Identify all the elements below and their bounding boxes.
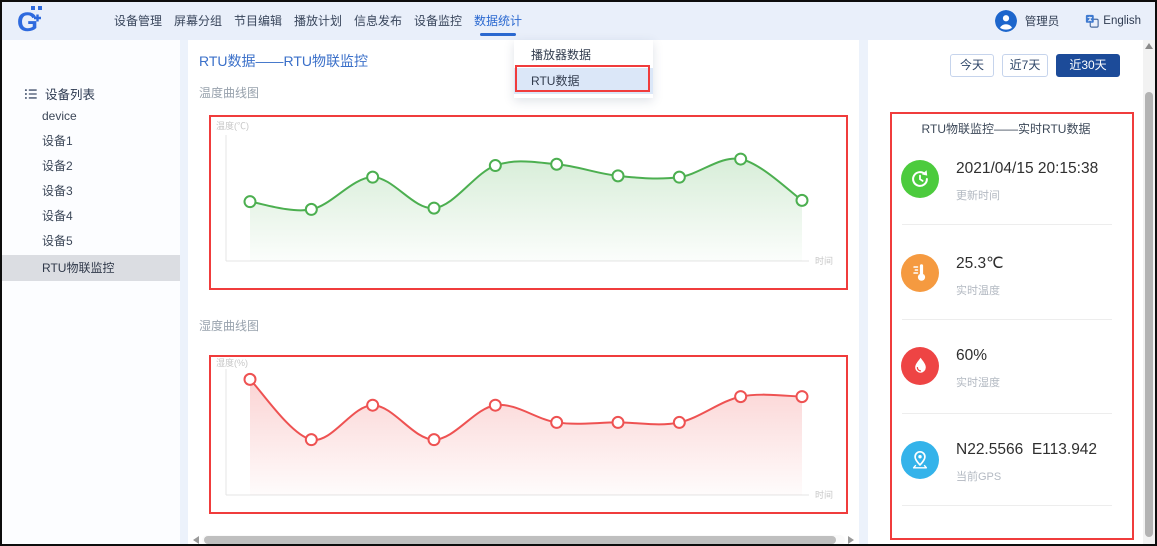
- nav-menu: 设备管理 屏幕分组 节目编辑 播放计划 信息发布 设备监控 数据统计: [114, 2, 522, 40]
- temperature-chart: 温度(℃) 时间: [209, 115, 848, 290]
- temperature-label: 实时温度: [956, 282, 1004, 298]
- logo-icon: G: [16, 5, 50, 37]
- data-point-marker[interactable]: [735, 154, 746, 165]
- panel-item-temperature: 25.3℃ 实时温度: [901, 254, 1121, 324]
- scroll-left-arrow-icon[interactable]: [193, 536, 199, 544]
- temperature-value: 25.3℃: [956, 254, 1004, 273]
- divider: [902, 319, 1112, 320]
- data-point-marker[interactable]: [490, 160, 501, 171]
- data-point-marker[interactable]: [674, 417, 685, 428]
- rtu-realtime-panel: 今天 近7天 近30天 RTU物联监控——实时RTU数据 2021/04/15 …: [868, 40, 1145, 544]
- logo[interactable]: G: [16, 5, 50, 37]
- temperature-chart-title: 温度曲线图: [199, 84, 259, 101]
- sidebar-item-device5[interactable]: 设备5: [2, 229, 180, 254]
- data-point-marker[interactable]: [245, 196, 256, 207]
- top-navigation-bar: G 设备管理 屏幕分组 节目编辑 播放计划 信息发布 设备监控 数据统计 管理员: [2, 2, 1155, 40]
- dropdown-item-player-data[interactable]: 播放器数据: [514, 42, 653, 68]
- page-title: RTU数据——RTU物联监控: [199, 51, 368, 71]
- data-point-marker[interactable]: [429, 434, 440, 445]
- humidity-chart: 湿度(%) 时间: [209, 355, 848, 514]
- data-point-marker[interactable]: [735, 391, 746, 402]
- user-avatar-icon[interactable]: [995, 10, 1017, 32]
- horizontal-scrollbar-track[interactable]: [202, 535, 845, 545]
- nav-item-play-schedule[interactable]: 播放计划: [294, 2, 342, 40]
- x-axis-label: 时间: [815, 489, 833, 500]
- range-button-today[interactable]: 今天: [950, 54, 994, 77]
- data-statistics-dropdown: 播放器数据 RTU数据: [514, 40, 653, 98]
- y-axis-label: 温度(℃): [216, 120, 249, 131]
- vertical-scrollbar-thumb[interactable]: [1145, 92, 1153, 537]
- sidebar-item-device2[interactable]: 设备2: [2, 154, 180, 179]
- thermometer-icon: [908, 261, 932, 285]
- nav-item-device-monitoring[interactable]: 设备监控: [414, 2, 462, 40]
- language-label: English: [1103, 15, 1141, 27]
- language-icon: [1085, 14, 1099, 28]
- nav-item-data-statistics[interactable]: 数据统计: [474, 2, 522, 40]
- data-point-marker[interactable]: [490, 400, 501, 411]
- range-button-7days[interactable]: 近7天: [1002, 54, 1048, 77]
- update-time-value: 2021/04/15 20:15:38: [956, 160, 1098, 178]
- sidebar-item-device4[interactable]: 设备4: [2, 204, 180, 229]
- data-point-marker[interactable]: [367, 400, 378, 411]
- data-point-marker[interactable]: [797, 391, 808, 402]
- main-content: RTU数据——RTU物联监控 温度曲线图 温度(℃) 时间 湿度曲线图: [188, 40, 859, 544]
- scroll-right-arrow-icon[interactable]: [848, 536, 854, 544]
- panel-item-gps: N22.5566 E113.942 当前GPS: [901, 441, 1121, 511]
- sidebar-item-device3[interactable]: 设备3: [2, 179, 180, 204]
- humidity-value: 60%: [956, 347, 1000, 365]
- divider: [902, 505, 1112, 506]
- data-point-marker[interactable]: [245, 374, 256, 385]
- divider: [902, 413, 1112, 414]
- x-axis-label: 时间: [815, 255, 833, 266]
- panel-item-humidity: 60% 实时湿度: [901, 347, 1121, 417]
- sidebar-item-device[interactable]: device: [2, 104, 180, 129]
- horizontal-scrollbar-thumb[interactable]: [204, 536, 836, 544]
- data-point-marker[interactable]: [306, 204, 317, 215]
- panel-title: RTU物联监控——实时RTU数据: [886, 120, 1126, 137]
- app-window: G 设备管理 屏幕分组 节目编辑 播放计划 信息发布 设备监控 数据统计 管理员: [0, 0, 1157, 546]
- panel-item-update-time: 2021/04/15 20:15:38 更新时间: [901, 160, 1121, 230]
- scroll-up-arrow-icon[interactable]: [1145, 43, 1153, 49]
- horizontal-scrollbar[interactable]: [190, 534, 857, 546]
- update-time-icon: [908, 167, 932, 191]
- nav-item-screen-groups[interactable]: 屏幕分组: [174, 2, 222, 40]
- data-point-marker[interactable]: [551, 159, 562, 170]
- data-point-marker[interactable]: [306, 434, 317, 445]
- sidebar-item-rtu-monitoring[interactable]: RTU物联监控: [2, 255, 180, 281]
- data-point-marker[interactable]: [613, 170, 624, 181]
- nav-item-device-management[interactable]: 设备管理: [114, 2, 162, 40]
- nav-item-program-editing[interactable]: 节目编辑: [234, 2, 282, 40]
- language-switcher[interactable]: English: [1085, 14, 1141, 28]
- sidebar-header: 设备列表: [24, 84, 95, 103]
- dropdown-item-rtu-data[interactable]: RTU数据: [514, 68, 653, 94]
- data-point-marker[interactable]: [551, 417, 562, 428]
- gps-label: 当前GPS: [956, 468, 1097, 484]
- update-time-label: 更新时间: [956, 187, 1098, 203]
- list-icon: [24, 87, 38, 101]
- sidebar-item-device1[interactable]: 设备1: [2, 129, 180, 154]
- data-point-marker[interactable]: [797, 195, 808, 206]
- range-button-30days[interactable]: 近30天: [1056, 54, 1120, 77]
- gps-map-icon: [908, 448, 932, 472]
- nav-item-info-publish[interactable]: 信息发布: [354, 2, 402, 40]
- sidebar-header-label: 设备列表: [45, 84, 95, 103]
- data-point-marker[interactable]: [367, 172, 378, 183]
- humidity-drop-icon: [908, 354, 932, 378]
- data-point-marker[interactable]: [429, 203, 440, 214]
- device-sidebar: 设备列表 device 设备1 设备2 设备3 设备4 设备5 RTU物联监控: [2, 40, 180, 544]
- divider: [902, 224, 1112, 225]
- gps-value: N22.5566 E113.942: [956, 441, 1097, 459]
- nav-right-section: 管理员 English: [995, 2, 1141, 40]
- data-point-marker[interactable]: [613, 417, 624, 428]
- user-name[interactable]: 管理员: [1025, 13, 1060, 29]
- y-axis-label: 湿度(%): [216, 357, 248, 368]
- data-point-marker[interactable]: [674, 172, 685, 183]
- svg-text:G: G: [17, 7, 38, 37]
- humidity-chart-title: 湿度曲线图: [199, 317, 259, 334]
- humidity-label: 实时湿度: [956, 374, 1000, 390]
- vertical-scrollbar[interactable]: [1143, 40, 1155, 544]
